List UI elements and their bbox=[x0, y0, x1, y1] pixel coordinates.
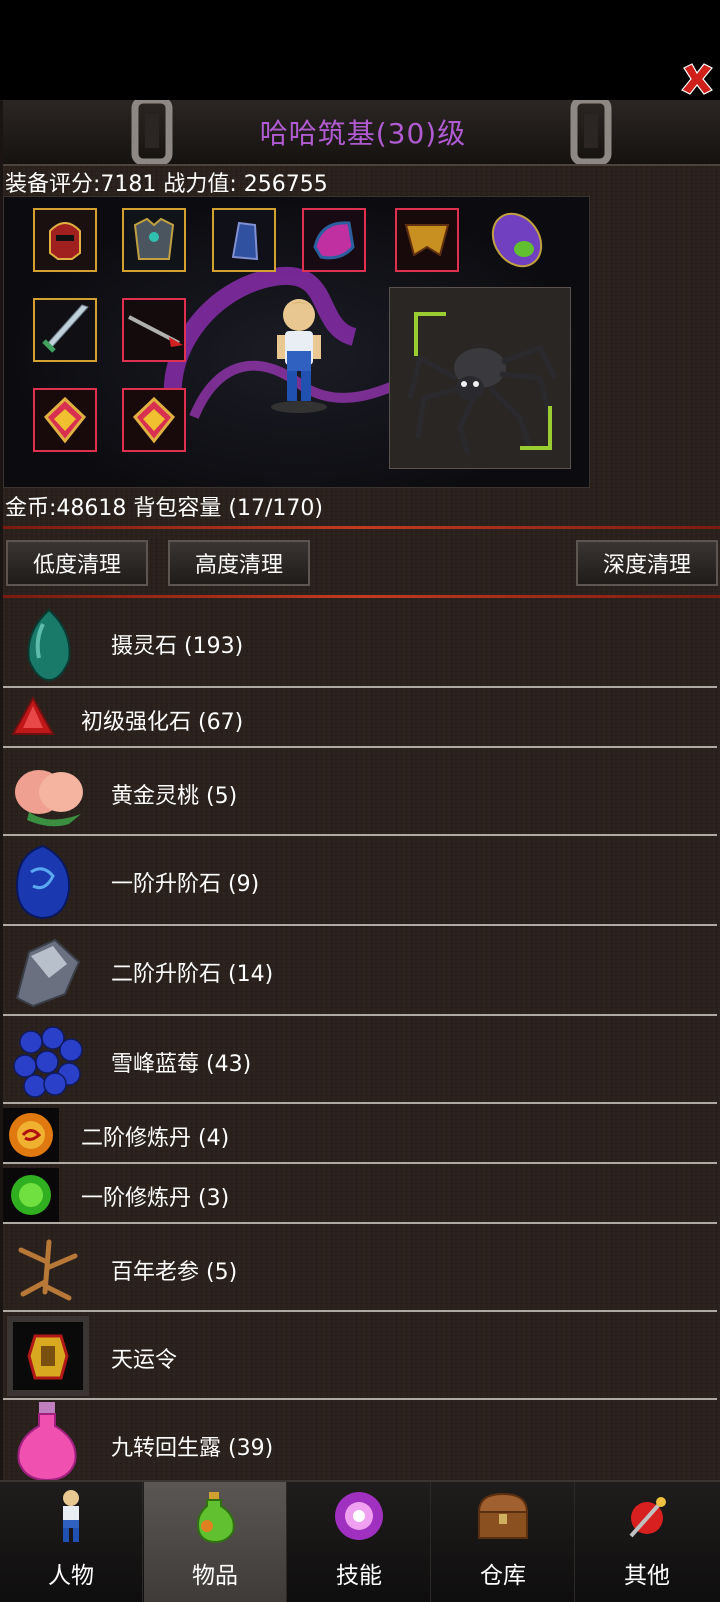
chest-icon bbox=[477, 1492, 529, 1539]
skill-orb-icon bbox=[335, 1492, 383, 1540]
gold-and-capacity: 金币:48618 背包容量 (17/170) bbox=[5, 496, 323, 521]
list-item[interactable]: 一阶升阶石 (9) bbox=[3, 836, 717, 926]
potion-icon bbox=[17, 1402, 77, 1480]
list-item[interactable]: 雪峰蓝莓 (43) bbox=[3, 1016, 717, 1104]
tab-label: 仓库 bbox=[480, 1563, 526, 1589]
item-label: 天运令 bbox=[111, 1348, 178, 1373]
tab-others[interactable]: 其他 bbox=[576, 1482, 718, 1602]
ring-slot-1[interactable] bbox=[32, 387, 98, 453]
list-item[interactable]: 二阶升阶石 (14) bbox=[3, 926, 717, 1016]
title-bar: 哈哈筑基(30)级 bbox=[3, 100, 720, 166]
list-item[interactable]: 天运令 bbox=[3, 1312, 717, 1400]
item-label: 二阶修炼丹 (4) bbox=[81, 1126, 230, 1151]
list-item[interactable]: 黄金灵桃 (5) bbox=[3, 748, 717, 836]
ring-slot-2[interactable] bbox=[121, 387, 187, 453]
list-item[interactable]: 二阶修炼丹 (4) bbox=[3, 1104, 717, 1164]
close-x-icon bbox=[681, 63, 713, 95]
ring-icon bbox=[33, 388, 97, 452]
green-gem-icon bbox=[27, 608, 71, 682]
spear-icon bbox=[122, 298, 186, 362]
pet-slot[interactable] bbox=[389, 287, 571, 469]
bottom-nav: 人物 物品 技能 仓库 其他 bbox=[0, 1480, 720, 1602]
sword-slot[interactable] bbox=[32, 297, 98, 363]
boots-icon bbox=[491, 212, 543, 268]
token-icon bbox=[7, 1316, 89, 1396]
tab-label: 其他 bbox=[624, 1563, 670, 1589]
item-label: 一阶修炼丹 (3) bbox=[81, 1186, 230, 1211]
item-label: 九转回生露 (39) bbox=[111, 1436, 274, 1461]
list-item[interactable]: 九转回生露 (39) bbox=[3, 1400, 717, 1480]
deep-cleanup-button[interactable]: 深度清理 bbox=[576, 540, 718, 586]
orange-pill-icon bbox=[3, 1108, 59, 1162]
item-label: 雪峰蓝莓 (43) bbox=[111, 1052, 252, 1077]
tab-skills[interactable]: 技能 bbox=[288, 1482, 431, 1602]
list-item[interactable]: 摄灵石 (193) bbox=[3, 600, 717, 688]
divider-bottom bbox=[3, 595, 720, 598]
tab-warehouse[interactable]: 仓库 bbox=[432, 1482, 575, 1602]
misc-icon bbox=[629, 1497, 666, 1538]
spear-slot[interactable] bbox=[121, 297, 187, 363]
list-item[interactable]: 初级强化石 (67) bbox=[3, 688, 717, 748]
item-label: 黄金灵桃 (5) bbox=[111, 784, 238, 809]
list-item[interactable]: 百年老参 (5) bbox=[3, 1224, 717, 1312]
low-cleanup-button[interactable]: 低度清理 bbox=[6, 540, 148, 586]
ginseng-icon bbox=[18, 1239, 78, 1301]
item-label: 二阶升阶石 (14) bbox=[111, 962, 274, 987]
equipment-box bbox=[3, 196, 590, 488]
high-cleanup-button[interactable]: 高度清理 bbox=[168, 540, 310, 586]
item-label: 一阶升阶石 (9) bbox=[111, 872, 260, 897]
green-pill-icon bbox=[3, 1168, 59, 1222]
inventory-panel: 哈哈筑基(30)级 装备评分:7181 战力值: 256755 金币:48618… bbox=[0, 100, 720, 1480]
peach-icon bbox=[15, 770, 83, 827]
item-list: 摄灵石 (193) 初级强化石 (67) 黄金灵桃 (5) 一阶升阶石 (9) … bbox=[3, 600, 717, 1480]
tab-character[interactable]: 人物 bbox=[0, 1482, 143, 1602]
armor-icon bbox=[122, 208, 186, 272]
tab-label: 技能 bbox=[336, 1563, 382, 1589]
character-avatar bbox=[271, 299, 327, 413]
tab-label: 人物 bbox=[48, 1563, 94, 1589]
gloves-slot[interactable] bbox=[301, 207, 367, 273]
potion-bag-icon bbox=[197, 1492, 235, 1544]
ring-icon bbox=[122, 388, 186, 452]
belt-slot[interactable] bbox=[394, 207, 460, 273]
list-item[interactable]: 一阶修炼丹 (3) bbox=[3, 1164, 717, 1224]
character-title: 哈哈筑基(30)级 bbox=[259, 117, 467, 150]
blue-stone-icon bbox=[15, 844, 71, 920]
armor-slot[interactable] bbox=[121, 207, 187, 273]
gloves-icon bbox=[302, 208, 366, 272]
item-label: 初级强化石 (67) bbox=[81, 710, 244, 735]
tab-items[interactable]: 物品 bbox=[144, 1482, 287, 1602]
character-icon bbox=[63, 1490, 79, 1542]
silver-stone-icon bbox=[15, 938, 81, 1008]
close-button[interactable] bbox=[680, 62, 714, 96]
tab-label: 物品 bbox=[192, 1563, 238, 1589]
blueberry-icon bbox=[13, 1026, 83, 1098]
boots-slot[interactable] bbox=[484, 207, 550, 273]
sword-icon bbox=[33, 298, 97, 362]
item-label: 摄灵石 (193) bbox=[111, 634, 244, 659]
stats-line: 装备评分:7181 战力值: 256755 bbox=[5, 172, 328, 197]
red-triangle-gem-icon bbox=[11, 695, 55, 735]
helmet-icon bbox=[33, 208, 97, 272]
helmet-slot[interactable] bbox=[32, 207, 98, 273]
pet-corner-decor bbox=[520, 406, 552, 450]
belt-icon bbox=[395, 208, 459, 272]
item-label: 百年老参 (5) bbox=[111, 1260, 238, 1285]
divider-top bbox=[3, 526, 720, 529]
bracer-icon bbox=[212, 208, 276, 272]
bracer-slot[interactable] bbox=[211, 207, 277, 273]
pet-corner-decor bbox=[414, 312, 446, 356]
